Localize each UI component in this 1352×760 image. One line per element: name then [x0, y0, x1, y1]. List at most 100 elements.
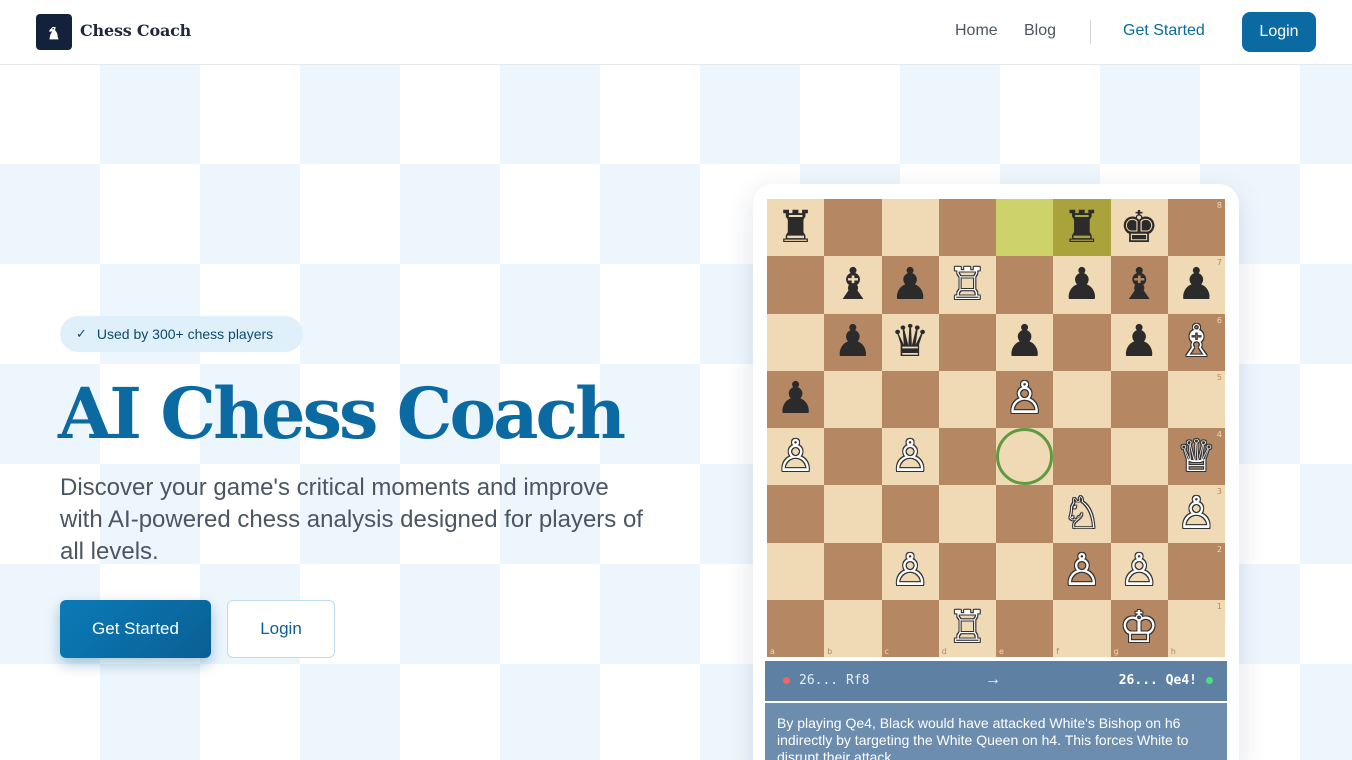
move-explanation: By playing Qe4, Black would have attacke… — [765, 703, 1227, 760]
piece-c7[interactable]: ♟ — [882, 256, 939, 313]
square-e8[interactable] — [996, 199, 1054, 257]
piece-g1[interactable]: ♔ — [1111, 600, 1168, 657]
square-b1[interactable]: b — [824, 599, 882, 657]
square-b4[interactable] — [824, 428, 882, 486]
piece-g7[interactable]: ♝ — [1111, 256, 1168, 313]
piece-f8[interactable]: ♜ — [1053, 199, 1110, 256]
square-c5[interactable] — [881, 370, 939, 428]
square-c3[interactable] — [881, 485, 939, 543]
square-b8[interactable] — [824, 199, 882, 257]
top-navigation-bar: Chess Coach Home Blog Get Started Login — [0, 0, 1352, 65]
square-d3[interactable] — [938, 485, 996, 543]
background-tile — [1300, 264, 1352, 364]
played-move-text: 26... Rf8 — [799, 673, 870, 688]
move-comparison-bar: 26... Rf8 → 26... Qe4! — [765, 661, 1227, 701]
chess-board[interactable]: 8 7 6 5 4 3 2 a b c d e f g 1 h ♜ ♜ ♚ ♝ ♟ ♖ ♟ ♝ ♟ ♟ ♛ ♟ ♟ ♗ ♟ ♙ ♙ ♙ ♕ ♘ ♙ ♙ ♙ ♙… — [767, 199, 1225, 657]
square-a1[interactable]: a — [767, 599, 825, 657]
square-f1[interactable]: f — [1053, 599, 1111, 657]
square-f6[interactable] — [1053, 313, 1111, 371]
piece-h3[interactable]: ♙ — [1168, 485, 1225, 542]
background-tile — [200, 164, 300, 264]
piece-a4[interactable]: ♙ — [767, 428, 824, 485]
square-h2[interactable]: 2 — [1167, 542, 1225, 600]
piece-c4[interactable]: ♙ — [882, 428, 939, 485]
piece-e6[interactable]: ♟ — [996, 314, 1053, 371]
piece-b7[interactable]: ♝ — [824, 256, 881, 313]
background-tile — [500, 264, 600, 364]
brand-name[interactable]: Chess Coach — [80, 21, 191, 40]
square-b3[interactable] — [824, 485, 882, 543]
best-dot-icon — [1206, 677, 1213, 684]
background-tile — [700, 64, 800, 164]
file-label: f — [1056, 647, 1060, 656]
square-f5[interactable] — [1053, 370, 1111, 428]
piece-f7[interactable]: ♟ — [1053, 256, 1110, 313]
piece-f3[interactable]: ♘ — [1053, 485, 1110, 542]
background-tile — [400, 564, 500, 664]
piece-h7[interactable]: ♟ — [1168, 256, 1225, 313]
piece-d7[interactable]: ♖ — [939, 256, 996, 313]
square-d4[interactable] — [938, 428, 996, 486]
background-tile — [300, 664, 400, 760]
piece-c6[interactable]: ♛ — [882, 314, 939, 371]
background-tile — [900, 64, 1000, 164]
login-button[interactable]: Login — [227, 600, 335, 658]
piece-d1[interactable]: ♖ — [939, 600, 996, 657]
square-h5[interactable]: 5 — [1167, 370, 1225, 428]
piece-a5[interactable]: ♟ — [767, 371, 824, 428]
square-e3[interactable] — [996, 485, 1054, 543]
background-tile — [600, 164, 700, 264]
hero-title: AI Chess Coach — [58, 372, 626, 455]
nav-get-started-link[interactable]: Get Started — [1123, 22, 1205, 40]
square-g3[interactable] — [1110, 485, 1168, 543]
arrow-right-icon: → — [985, 671, 1001, 688]
square-a7[interactable] — [767, 256, 825, 314]
piece-a8[interactable]: ♜ — [767, 199, 824, 256]
square-e1[interactable]: e — [996, 599, 1054, 657]
background-tile — [300, 64, 400, 164]
square-a2[interactable] — [767, 542, 825, 600]
piece-b6[interactable]: ♟ — [824, 314, 881, 371]
best-move: 26... Qe4! — [1119, 673, 1213, 688]
piece-e5[interactable]: ♙ — [996, 371, 1053, 428]
square-f4[interactable] — [1053, 428, 1111, 486]
background-tile — [1300, 464, 1352, 564]
piece-g2[interactable]: ♙ — [1111, 543, 1168, 600]
piece-h6[interactable]: ♗ — [1168, 314, 1225, 371]
piece-f2[interactable]: ♙ — [1053, 543, 1110, 600]
nav-blog-link[interactable]: Blog — [1024, 22, 1056, 40]
logo[interactable] — [36, 14, 72, 50]
square-b2[interactable] — [824, 542, 882, 600]
nav-home-link[interactable]: Home — [955, 22, 998, 40]
square-d2[interactable] — [938, 542, 996, 600]
square-a3[interactable] — [767, 485, 825, 543]
square-b5[interactable] — [824, 370, 882, 428]
get-started-button[interactable]: Get Started — [60, 600, 211, 658]
file-label: c — [884, 647, 889, 656]
nav-login-button[interactable]: Login — [1242, 12, 1316, 52]
square-e7[interactable] — [996, 256, 1054, 314]
square-c8[interactable] — [881, 199, 939, 257]
square-a6[interactable] — [767, 313, 825, 371]
piece-g8[interactable]: ♚ — [1111, 199, 1168, 256]
square-d8[interactable] — [938, 199, 996, 257]
background-tile — [500, 64, 600, 164]
background-tile — [1100, 64, 1200, 164]
square-e2[interactable] — [996, 542, 1054, 600]
background-tile — [0, 164, 100, 264]
piece-c2[interactable]: ♙ — [882, 543, 939, 600]
square-h1[interactable]: 1h — [1167, 599, 1225, 657]
square-d6[interactable] — [938, 313, 996, 371]
rank-label: 1 — [1216, 601, 1222, 611]
square-c1[interactable]: c — [881, 599, 939, 657]
file-label: e — [999, 647, 1004, 656]
badge-text: Used by 300+ chess players — [96, 326, 274, 342]
background-tile — [1300, 664, 1352, 760]
piece-h4[interactable]: ♕ — [1168, 428, 1225, 485]
square-g4[interactable] — [1110, 428, 1168, 486]
square-d5[interactable] — [938, 370, 996, 428]
file-label: a — [770, 647, 775, 656]
square-g5[interactable] — [1110, 370, 1168, 428]
square-h8[interactable]: 8 — [1167, 199, 1225, 257]
piece-g6[interactable]: ♟ — [1111, 314, 1168, 371]
